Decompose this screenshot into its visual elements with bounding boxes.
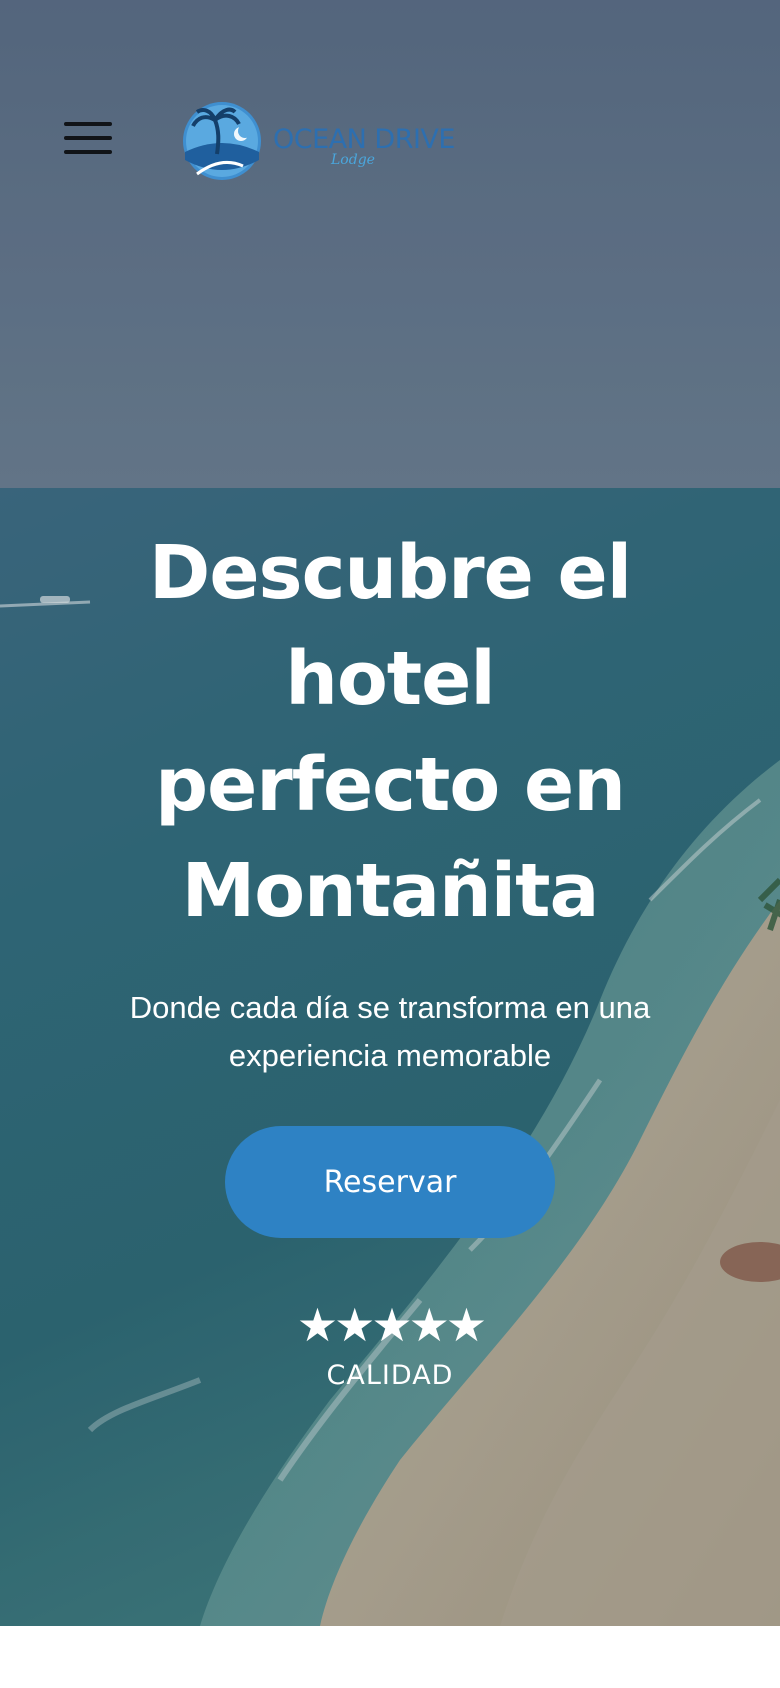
hero-title-line: Montañita — [181, 848, 600, 934]
logo-script-text: Lodge — [331, 152, 375, 168]
hamburger-menu-icon[interactable] — [60, 114, 112, 160]
hero-title-line: Descubre el hotel — [148, 530, 632, 722]
site-header: OCEAN DRIVE Lodge — [0, 0, 780, 200]
logo-wordmark: OCEAN DRIVE — [273, 124, 455, 155]
brand-logo[interactable]: OCEAN DRIVE Lodge — [181, 98, 455, 184]
hero-title: Descubre el hotel perfecto en Montañita — [40, 520, 740, 944]
hero-subtitle-line: experiencia memorable — [228, 1038, 552, 1073]
reserve-button[interactable]: Reservar — [225, 1126, 555, 1238]
hero-content: Descubre el hotel perfecto en Montañita … — [0, 520, 780, 1391]
quality-rating: ★★★★★ CALIDAD — [0, 1302, 780, 1391]
rating-stars: ★★★★★ — [296, 1298, 487, 1352]
rating-label: CALIDAD — [326, 1360, 454, 1391]
palm-tree-logo-icon — [183, 102, 261, 180]
hero-title-line: perfecto en — [155, 742, 626, 828]
hero-subtitle-line: Donde cada día se transforma en una — [129, 990, 651, 1025]
hero-subtitle: Donde cada día se transforma en una expe… — [80, 984, 700, 1080]
